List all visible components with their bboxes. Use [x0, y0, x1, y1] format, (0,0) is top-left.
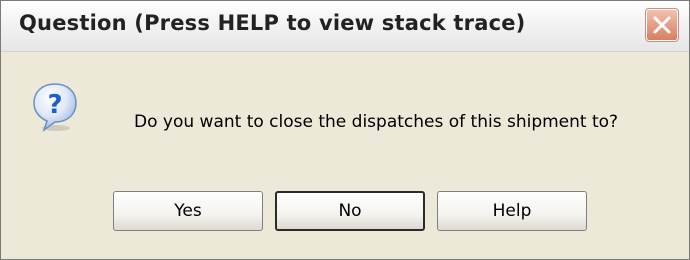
svg-text:?: ?: [47, 90, 62, 120]
close-icon: [653, 16, 671, 34]
question-icon: ?: [33, 83, 77, 132]
no-button[interactable]: No: [275, 191, 425, 231]
help-button[interactable]: Help: [437, 191, 587, 231]
yes-button[interactable]: Yes: [113, 191, 263, 231]
dialog-body: ? Do you want to close the dispatches of…: [1, 52, 689, 259]
dialog-title: Question (Press HELP to view stack trace…: [19, 11, 526, 35]
title-bar[interactable]: Question (Press HELP to view stack trace…: [1, 1, 689, 52]
close-button[interactable]: [645, 8, 679, 42]
dialog-window: Question (Press HELP to view stack trace…: [0, 0, 690, 260]
dialog-message: Do you want to close the dispatches of t…: [134, 112, 619, 132]
